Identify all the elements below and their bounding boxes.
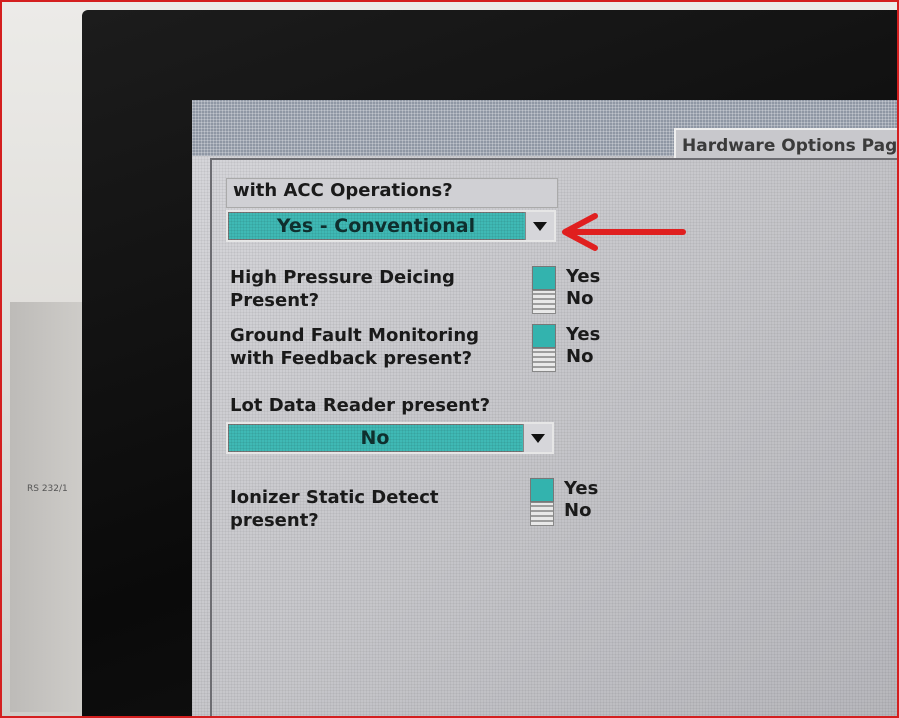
ionizer-label-line1: Ionizer Static Detect bbox=[230, 487, 439, 508]
acc-operations-value: Yes - Conventional bbox=[228, 212, 524, 240]
red-arrow-icon bbox=[562, 213, 686, 251]
acc-operations-label: with ACC Operations? bbox=[226, 178, 558, 208]
acc-operations-dropdown[interactable]: Yes - Conventional bbox=[226, 210, 556, 242]
high-pressure-no-radio[interactable] bbox=[532, 290, 556, 314]
lot-data-reader-label-text: Lot Data Reader present? bbox=[230, 395, 491, 416]
title-bar: Hardware Options Page bbox=[192, 100, 897, 160]
options-panel: with ACC Operations? Yes - Conventional … bbox=[210, 158, 897, 716]
lot-data-reader-label: Lot Data Reader present? bbox=[230, 394, 490, 417]
high-pressure-yes-label: Yes bbox=[566, 266, 601, 287]
chevron-down-icon[interactable] bbox=[523, 424, 552, 452]
high-pressure-yes-radio[interactable] bbox=[532, 266, 556, 290]
high-pressure-no-label: No bbox=[566, 288, 594, 309]
lot-data-reader-dropdown[interactable]: No bbox=[226, 422, 554, 454]
ionizer-yes-radio[interactable] bbox=[530, 478, 554, 502]
ionizer-static-detect-label: Ionizer Static Detect present? bbox=[230, 486, 439, 532]
ground-fault-radio-group: Yes No bbox=[532, 324, 612, 372]
page-title-tab[interactable]: Hardware Options Page bbox=[674, 128, 899, 160]
high-pressure-label-line2: Present? bbox=[230, 290, 320, 311]
chevron-down-icon[interactable] bbox=[525, 212, 554, 240]
ground-fault-yes-radio[interactable] bbox=[532, 324, 556, 348]
ionizer-no-radio[interactable] bbox=[530, 502, 554, 526]
page-title: Hardware Options Page bbox=[682, 136, 899, 156]
ionizer-yes-label: Yes bbox=[564, 478, 599, 499]
ionizer-no-label: No bbox=[564, 500, 592, 521]
high-pressure-deicing-label: High Pressure Deicing Present? bbox=[230, 266, 455, 312]
ground-fault-yes-label: Yes bbox=[566, 324, 601, 345]
monitor-screen: Hardware Options Page with ACC Operation… bbox=[192, 100, 897, 716]
ground-fault-label-line1: Ground Fault Monitoring bbox=[230, 325, 480, 346]
ground-fault-no-label: No bbox=[566, 346, 594, 367]
ground-fault-label-line2: with Feedback present? bbox=[230, 348, 473, 369]
high-pressure-label-line1: High Pressure Deicing bbox=[230, 267, 455, 288]
ground-fault-no-radio[interactable] bbox=[532, 348, 556, 372]
lot-data-reader-value: No bbox=[228, 424, 522, 452]
screenshot-frame: RS 232/1 Hardware Options Page with ACC … bbox=[0, 0, 899, 718]
ground-fault-monitoring-label: Ground Fault Monitoring with Feedback pr… bbox=[230, 324, 479, 370]
acc-operations-label-text: with ACC Operations? bbox=[233, 180, 453, 201]
ionizer-radio-group: Yes No bbox=[530, 478, 610, 526]
device-label: RS 232/1 bbox=[27, 484, 68, 494]
ionizer-label-line2: present? bbox=[230, 510, 319, 531]
high-pressure-radio-group: Yes No bbox=[532, 266, 612, 314]
